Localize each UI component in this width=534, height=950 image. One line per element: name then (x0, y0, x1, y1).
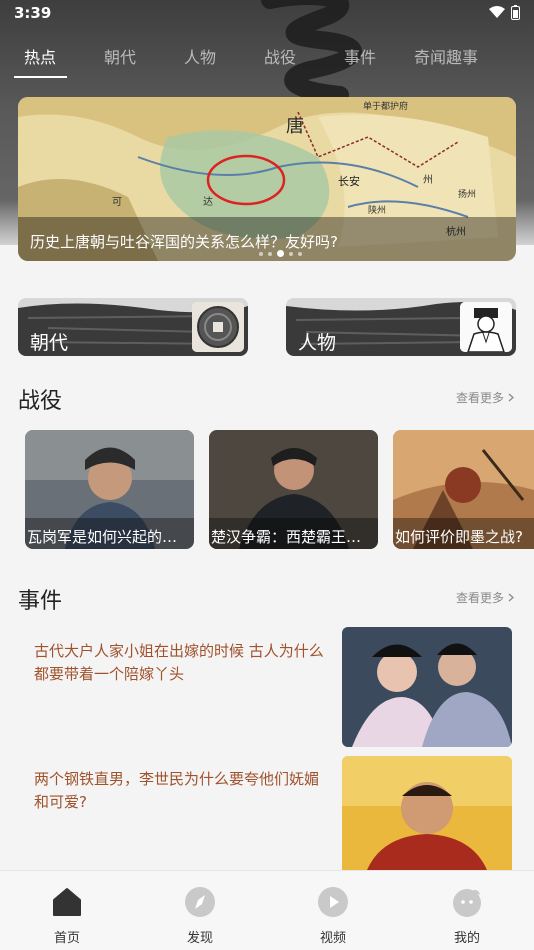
event-item-title[interactable]: 古代大户人家小姐在出嫁的时候 古人为什么都要带着一个陪嫁丫头 (34, 640, 326, 686)
map-label-yangzhou: 扬州 (458, 188, 476, 200)
map-label-tang: 唐 (286, 116, 304, 137)
hero-banner[interactable]: 唐 长安 单于都护府 可 达 州 杭州 陕州 扬州 历史上唐朝与吐谷浑国的关系怎… (18, 97, 516, 261)
carousel-dot[interactable] (268, 251, 272, 256)
battle-title: 如何评价即墨之战? (395, 528, 523, 546)
carousel-dot[interactable] (259, 251, 263, 256)
event-image (342, 756, 512, 870)
carousel-dot[interactable] (298, 251, 302, 256)
tab-battles[interactable]: 战役 (264, 44, 296, 68)
category-card-dynasty[interactable]: 朝代 (18, 298, 248, 356)
map-label-danyu: 单于都护府 (363, 100, 408, 112)
map-label-shanzhou: 陕州 (368, 204, 386, 216)
tab-hot[interactable]: 热点 (24, 44, 56, 68)
map-label-changan: 长安 (338, 174, 360, 188)
tab-events[interactable]: 事件 (344, 44, 376, 68)
more-label: 查看更多 (455, 391, 504, 405)
bottom-navigation: 首页 发现 视频 我的 (0, 870, 534, 950)
tab-dynasty[interactable]: 朝代 (104, 44, 136, 68)
category-label-people: 人物 (298, 332, 337, 354)
section-title-events: 事件 (18, 589, 63, 614)
compass-icon (185, 887, 215, 917)
active-tab-indicator (14, 76, 67, 78)
status-bar: 3:39 (0, 0, 534, 28)
carousel-dots (259, 250, 302, 257)
play-icon (318, 887, 348, 917)
more-label: 查看更多 (455, 591, 504, 605)
map-label-da: 达 (203, 196, 213, 208)
battle-title: 瓦岗军是如何兴起的？... (27, 528, 191, 546)
event-item-image[interactable] (342, 627, 512, 747)
nav-profile[interactable]: 我的 (432, 887, 502, 946)
battles-more-link[interactable]: 查看更多 (456, 389, 514, 406)
carousel-dot[interactable] (289, 251, 293, 256)
status-icons (489, 5, 520, 20)
map-label-ke: 可 (112, 197, 122, 208)
nav-video[interactable]: 视频 (298, 887, 368, 946)
battle-title: 楚汉争霸：西楚霸王项... (211, 528, 375, 546)
event-image (342, 627, 512, 747)
nav-discover[interactable]: 发现 (165, 887, 235, 946)
section-title-battles: 战役 (18, 389, 63, 414)
event-item-title[interactable]: 两个钢铁直男，李世民为什么要夸他们妩媚和可爱? (34, 768, 326, 814)
category-card-people[interactable]: 人物 (286, 298, 516, 356)
portrait-icon (460, 302, 512, 352)
nav-label-profile: 我的 (453, 931, 480, 946)
battle-card[interactable]: 瓦岗军是如何兴起的？... (25, 430, 194, 549)
chevron-right-icon (508, 393, 514, 402)
tab-anecdotes[interactable]: 奇闻趣事 (414, 44, 478, 68)
profile-icon (453, 889, 481, 917)
battle-card[interactable]: 如何评价即墨之战? (393, 430, 534, 549)
event-item-image[interactable] (342, 756, 512, 870)
category-label-dynasty: 朝代 (30, 332, 69, 354)
tab-people[interactable]: 人物 (184, 44, 216, 68)
home-icon (53, 888, 81, 916)
wifi-icon (489, 6, 505, 18)
carousel-dot-active[interactable] (277, 250, 284, 257)
map-label-zhou: 州 (423, 174, 433, 186)
chevron-right-icon (508, 593, 514, 602)
coin-icon (192, 302, 244, 352)
status-time: 3:39 (14, 4, 52, 22)
nav-label-discover: 发现 (186, 931, 213, 946)
events-more-link[interactable]: 查看更多 (456, 589, 514, 606)
category-tabs: 热点 朝代 人物 战役 事件 奇闻趣事 (0, 40, 534, 80)
nav-label-video: 视频 (319, 931, 346, 946)
nav-home[interactable]: 首页 (32, 887, 102, 946)
nav-label-home: 首页 (53, 931, 80, 946)
battery-icon (511, 5, 520, 20)
battle-card[interactable]: 楚汉争霸：西楚霸王项... (209, 430, 378, 549)
banner-caption: 历史上唐朝与吐谷浑国的关系怎么样？友好吗? (30, 233, 338, 251)
